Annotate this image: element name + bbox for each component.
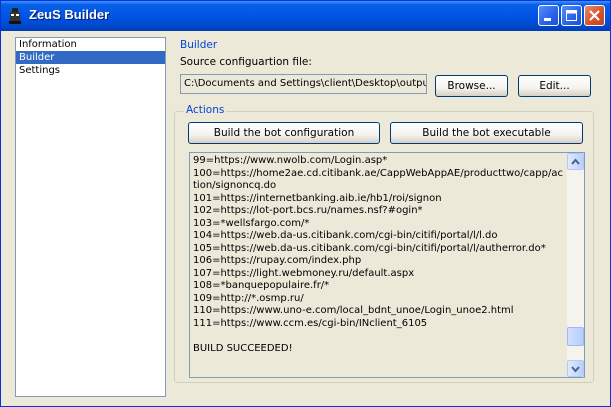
close-button[interactable] xyxy=(584,5,605,26)
navigation-list: Information Builder Settings xyxy=(15,37,166,397)
build-log[interactable]: 99=https://www.nwolb.com/Login.asp* 100=h… xyxy=(189,152,585,378)
build-log-text: 99=https://www.nwolb.com/Login.asp* 100=h… xyxy=(193,155,563,355)
chevron-up-icon xyxy=(571,158,580,165)
maximize-button[interactable] xyxy=(561,5,582,26)
log-line: 102=https://lot-port.bcs.ru/names.nsf?#o… xyxy=(193,205,423,216)
log-line: 108=*banquepopulaire.fr/* xyxy=(193,280,330,291)
window-title: ZeuS Builder xyxy=(29,7,110,22)
zeus-builder-window: ZeuS Builder Information Builder Setting… xyxy=(0,0,611,407)
nav-item-information[interactable]: Information xyxy=(16,38,165,51)
log-line: 110=https://www.uno-e.com/local_bdnt_uno… xyxy=(193,305,514,316)
nav-item-settings[interactable]: Settings xyxy=(16,64,165,77)
log-line: 100=https://home2ae.cd.citibank.ae/CappW… xyxy=(193,167,563,192)
nav-item-builder[interactable]: Builder xyxy=(16,51,165,64)
log-line: BUILD SUCCEEDED! xyxy=(193,342,293,354)
actions-section-title: Actions xyxy=(184,104,227,116)
minimize-icon xyxy=(544,18,551,21)
minimize-button[interactable] xyxy=(538,5,559,26)
log-line: 103=*wellsfargo.com/* xyxy=(193,217,310,229)
title-bar[interactable]: ZeuS Builder xyxy=(1,1,610,31)
maximize-icon xyxy=(566,10,577,21)
chevron-down-icon xyxy=(571,366,580,373)
source-config-label: Source configuartion file: xyxy=(180,56,312,68)
close-icon xyxy=(589,10,600,21)
log-line: 104=https://web.da-us.citibank.com/cgi-b… xyxy=(193,230,498,241)
log-line: 106=https://rupay.com/index.php xyxy=(193,255,362,266)
log-line: 99=https://www.nwolb.com/Login.asp* xyxy=(193,155,388,166)
build-executable-button[interactable]: Build the bot executable xyxy=(390,122,583,144)
zeus-app-icon xyxy=(7,7,23,25)
log-line: 111=https://www.ccm.es/cgi-bin/INclient_… xyxy=(193,317,428,329)
browse-button[interactable]: Browse... xyxy=(435,75,508,97)
build-config-button[interactable]: Build the bot configuration xyxy=(188,122,380,144)
builder-section-title: Builder xyxy=(180,39,218,51)
log-line: 107=https://light.webmoney.ru/default.as… xyxy=(193,267,415,279)
scroll-thumb[interactable] xyxy=(567,327,584,347)
scroll-up-button[interactable] xyxy=(567,153,584,170)
edit-button[interactable]: Edit... xyxy=(518,75,591,97)
source-path-field[interactable]: C:\Documents and Settings\client\Desktop… xyxy=(180,74,427,94)
log-line: 109=http://*.osmp.ru/ xyxy=(193,292,304,304)
log-line: 101=https://internetbanking.aib.ie/hb1/r… xyxy=(193,192,442,204)
log-line: 105=https://web.da-us.citibank.com/cgi-b… xyxy=(193,242,546,254)
scroll-down-button[interactable] xyxy=(567,360,584,377)
log-scrollbar[interactable] xyxy=(567,153,584,377)
